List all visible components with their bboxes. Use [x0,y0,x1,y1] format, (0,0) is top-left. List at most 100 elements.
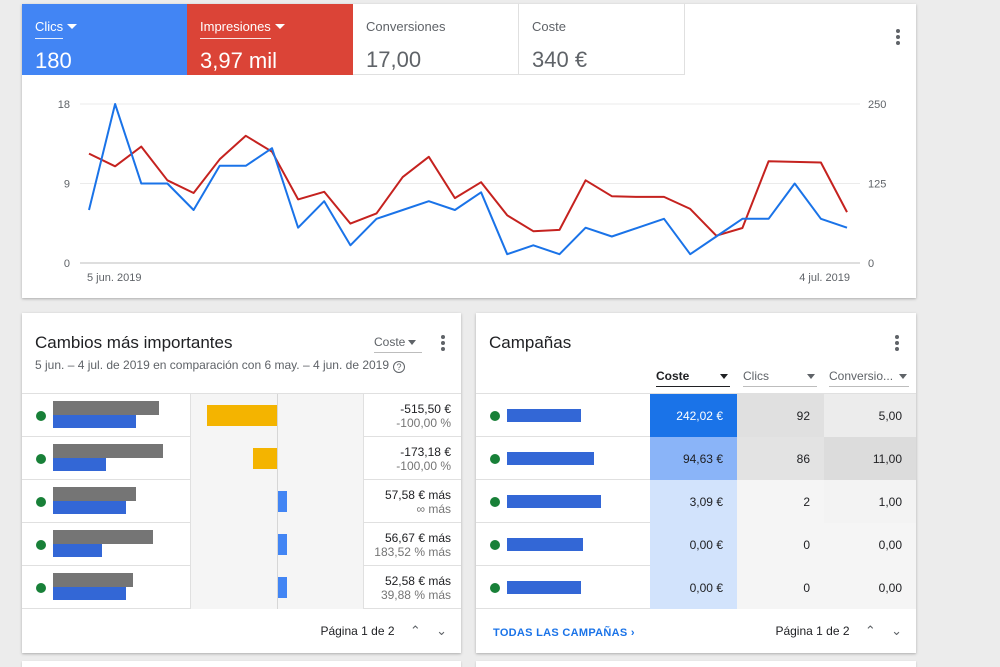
data-point-clics[interactable] [374,216,380,222]
campaign-row[interactable]: 0,00 €0 0,00 [476,523,916,566]
y-left-tick-label: 18 [58,99,70,111]
date-range-subtitle: 5 jun. – 4 jul. de 2019 en comparación c… [35,358,406,373]
campaign-name-bar [507,452,594,465]
data-point-impresiones[interactable] [295,196,301,202]
data-point-impresiones[interactable] [556,227,562,233]
data-point-clics[interactable] [687,251,693,257]
sort-caret-icon [720,374,728,379]
data-point-clics[interactable] [295,225,301,231]
y-right-tick-label: 0 [868,258,874,270]
data-point-clics[interactable] [86,207,92,213]
data-point-clics[interactable] [609,234,615,240]
data-point-clics[interactable] [478,189,484,195]
campaign-name-bar [507,538,583,551]
data-point-clics[interactable] [269,145,275,151]
data-point-clics[interactable] [661,216,667,222]
data-point-clics[interactable] [504,251,510,257]
data-point-impresiones[interactable] [635,194,641,200]
data-point-impresiones[interactable] [609,193,615,199]
data-point-impresiones[interactable] [86,151,92,157]
metric-tile-conversiones[interactable]: Conversiones 17,00 [353,4,519,75]
data-point-clics[interactable] [792,181,798,187]
data-point-clics[interactable] [452,207,458,213]
change-row[interactable]: -173,18 € -100,00 % [22,437,461,480]
column-header-clics[interactable]: Clics [743,369,817,387]
metric-tile-clics[interactable]: Clics 180 [22,4,187,75]
data-point-clics[interactable] [818,216,824,222]
data-point-clics[interactable] [321,198,327,204]
chevron-down-icon[interactable]: ⌄ [891,623,902,639]
data-point-impresiones[interactable] [687,206,693,212]
more-vert-icon[interactable] [888,27,908,47]
data-point-clics[interactable] [530,242,536,248]
all-campaigns-link[interactable]: TODAS LAS CAMPAÑAS › [493,627,635,639]
data-point-impresiones[interactable] [661,194,667,200]
change-percent: ∞ más [416,502,451,516]
chevron-up-icon[interactable]: ⌃ [865,623,876,639]
more-vert-icon[interactable] [887,333,907,353]
metric-label: Clics [35,19,64,39]
data-point-clics[interactable] [426,198,432,204]
data-point-clics[interactable] [739,216,745,222]
dropdown-caret-icon[interactable] [274,24,285,29]
dropdown-caret-icon [807,374,815,379]
data-point-impresiones[interactable] [400,174,406,180]
data-point-clics[interactable] [217,163,223,169]
data-point-impresiones[interactable] [452,195,458,201]
campaign-row[interactable]: 3,09 €2 1,00 [476,480,916,523]
metric-selector[interactable]: Coste [374,335,422,353]
campaign-row[interactable]: 242,02 €92 5,00 [476,394,916,437]
data-point-clics[interactable] [635,225,641,231]
data-point-impresiones[interactable] [217,156,223,162]
campaign-row[interactable]: 0,00 €0 0,00 [476,566,916,609]
data-point-impresiones[interactable] [374,210,380,216]
data-point-clics[interactable] [347,242,353,248]
data-point-impresiones[interactable] [191,190,197,196]
data-point-clics[interactable] [556,251,562,257]
data-point-clics[interactable] [844,225,850,231]
more-vert-icon[interactable] [433,333,453,353]
help-icon[interactable]: ? [393,361,406,373]
data-point-impresiones[interactable] [739,225,745,231]
chevron-up-icon[interactable]: ⌃ [410,623,421,639]
change-row[interactable]: -515,50 € -100,00 % [22,394,461,437]
data-point-clics[interactable] [164,181,170,187]
data-point-impresiones[interactable] [112,163,118,169]
data-point-clics[interactable] [713,234,719,240]
data-point-impresiones[interactable] [504,212,510,218]
data-point-impresiones[interactable] [321,189,327,195]
data-point-impresiones[interactable] [478,179,484,185]
data-point-impresiones[interactable] [347,221,353,227]
data-point-impresiones[interactable] [818,160,824,166]
status-dot-icon [36,540,46,550]
current-period-bar [53,544,102,557]
campaign-row[interactable]: 94,63 €86 11,00 [476,437,916,480]
change-row[interactable]: 57,58 € más ∞ más [22,480,461,523]
data-point-impresiones[interactable] [792,159,798,165]
data-point-impresiones[interactable] [530,228,536,234]
data-point-clics[interactable] [400,207,406,213]
campaign-name-bar [507,581,581,594]
data-point-clics[interactable] [766,216,772,222]
series-line-impresiones[interactable] [88,134,848,237]
data-point-impresiones[interactable] [138,144,144,150]
chevron-down-icon[interactable]: ⌄ [436,623,447,639]
data-point-clics[interactable] [243,163,249,169]
data-point-clics[interactable] [138,181,144,187]
data-point-clics[interactable] [583,225,589,231]
change-row[interactable]: 56,67 € más 183,52 % más [22,523,461,566]
data-point-clics[interactable] [191,207,197,213]
change-row[interactable]: 52,58 € más 39,88 % más [22,566,461,609]
data-point-impresiones[interactable] [243,133,249,139]
data-point-impresiones[interactable] [766,158,772,164]
metric-tile-coste[interactable]: Coste 340 € [519,4,685,75]
column-header-conversiones[interactable]: Conversio... [829,369,909,387]
column-header-coste[interactable]: Coste [656,369,730,387]
data-point-impresiones[interactable] [844,209,850,215]
data-point-clics[interactable] [112,101,118,107]
data-point-impresiones[interactable] [583,177,589,183]
dropdown-caret-icon[interactable] [67,24,78,29]
metric-tile-impresiones[interactable]: Impresiones 3,97 mil [187,4,353,75]
chevron-right-icon: › [630,627,635,639]
data-point-impresiones[interactable] [426,154,432,160]
